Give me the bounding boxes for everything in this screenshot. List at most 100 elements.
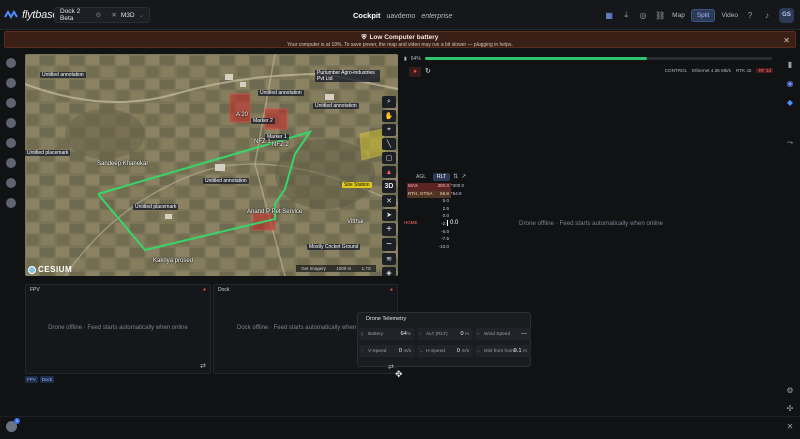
gamepad-icon[interactable]: ◎ (638, 10, 648, 20)
search-icon[interactable]: ◉ (785, 79, 795, 89)
chevron-down-icon: ⌄ (138, 12, 144, 19)
map-label[interactable]: Site Station (342, 182, 372, 188)
brand-logo[interactable]: flytbase (4, 9, 59, 21)
altitude-tick: -7.5 (441, 236, 449, 242)
altitude-tick: -10.0 (438, 243, 449, 249)
altitude-top-value: *300.0 (451, 183, 465, 188)
nav-media-icon[interactable] (6, 98, 16, 108)
altitude-rth-marker: *54.9 (451, 191, 462, 196)
fpv-record-icon[interactable]: ● (203, 287, 206, 293)
battery-icon[interactable]: ▮ (785, 60, 795, 70)
map-search-icon[interactable]: ⌕ (382, 96, 396, 108)
map-label[interactable]: Untitled annotation (258, 90, 304, 96)
drone-status-icon[interactable]: ◆ (785, 98, 795, 108)
help-icon[interactable]: ? (745, 10, 755, 20)
map-label[interactable]: NFZ 2 (270, 142, 291, 148)
move-handle-icon[interactable]: ✥ (395, 369, 403, 380)
telemetry-wind: ≈ Wind Speed — (475, 328, 531, 340)
feed-tab-dock[interactable]: Dock (39, 376, 55, 383)
sort-icon[interactable]: ⇅ (453, 173, 458, 180)
satellite-imagery (25, 54, 398, 276)
device-selector[interactable]: Dock 2 Beta ⚙ · ✕ M3D ⌄ (54, 7, 150, 23)
map-label[interactable]: Marker 2 (251, 118, 275, 124)
tab-rlt[interactable]: RLT (433, 172, 451, 181)
max-label: MAX (408, 183, 418, 188)
map-label[interactable]: Untitled annotation (40, 72, 86, 78)
telemetry-value: 0 (460, 330, 464, 337)
altitude-header: AGL RLT ⇅ ↗ (404, 172, 466, 181)
close-icon[interactable]: ✕ (783, 36, 790, 45)
telemetry-unit: m (523, 347, 527, 353)
map-line-icon[interactable]: ╲ (382, 138, 396, 150)
telemetry-hspeed: → H-Speed 0 m/s (417, 345, 473, 357)
settings-icon[interactable]: ⚙ (785, 386, 795, 396)
map-locate-icon[interactable]: ➤ (382, 209, 396, 221)
telemetry-value: 0 (456, 347, 460, 354)
telemetry-label: H-Speed (426, 348, 445, 354)
map-3d-button[interactable]: 3D (382, 180, 396, 193)
map-square-icon[interactable]: ▢ (382, 152, 396, 164)
map-layers-icon[interactable]: ≋ (382, 253, 396, 265)
map-zoom-in-button[interactable]: + (382, 223, 396, 236)
map-label[interactable]: Kakriya prosed (151, 258, 195, 264)
map-label[interactable]: Sandeep Khanekar (95, 161, 150, 167)
signal-strength-bar: ▮ 64% (404, 54, 778, 64)
map-label[interactable]: Untitled annotation (203, 178, 249, 184)
map-label[interactable]: Purlumber Agro-industries Pvt Ltd (315, 70, 380, 82)
cesium-logo: CESIUM (28, 265, 72, 274)
nav-drone-icon[interactable] (6, 158, 16, 168)
dock-record-icon[interactable]: ● (390, 287, 393, 293)
nav-gear-icon[interactable] (6, 138, 16, 148)
nav-dashboard-icon[interactable] (6, 58, 16, 68)
nav-flows-icon[interactable] (6, 178, 16, 188)
download-icon[interactable]: ⤓ (621, 10, 631, 20)
telemetry-label: Battery (368, 331, 384, 337)
map-scale-bar: Get Imagery 1000 m 1.7S (296, 265, 376, 272)
swap-icon[interactable]: ⇄ (200, 362, 206, 370)
altitude-max-row: MAX 300.0 (407, 183, 451, 191)
bottom-bar (0, 416, 800, 439)
view-map-button[interactable]: Map (672, 12, 685, 19)
map-cube-icon[interactable]: ◈ (382, 267, 396, 276)
map-expand-icon[interactable]: ✕ (382, 195, 396, 207)
swap-panels-icon[interactable]: ⇄ (388, 363, 394, 371)
fpv-feed[interactable]: FPV ● Drone offline · Feed starts automa… (25, 284, 211, 374)
avatar[interactable]: GS (779, 7, 794, 23)
signal-icon: ▮ (404, 56, 407, 62)
map-pin-icon[interactable]: ⌖ (382, 124, 396, 136)
support-icon[interactable]: 1 (6, 418, 20, 432)
nav-target-icon[interactable] (6, 198, 16, 208)
map-view[interactable]: Purlumber Agro-industries Pvt Ltd Untitl… (25, 54, 398, 276)
nav-settings-icon[interactable] (6, 78, 16, 88)
feed-tab-fpv[interactable]: FPV (25, 376, 38, 383)
tab-agl[interactable]: AGL (412, 173, 430, 181)
nav-cloud-icon[interactable] (6, 118, 16, 128)
map-label[interactable]: Untitled placemark (25, 150, 71, 156)
feed-tabs: FPV Dock (25, 376, 55, 383)
view-video-button[interactable]: Video (721, 12, 738, 19)
map-hand-icon[interactable]: ✋ (382, 110, 396, 122)
map-label[interactable]: Anand P Pet Service (245, 209, 304, 215)
record-icon[interactable]: ● (409, 67, 421, 77)
map-label[interactable]: Mostly Cricket Ground (307, 244, 361, 250)
waypoint-icon[interactable]: ⤳ (785, 138, 795, 148)
low-battery-banner: ⛨ Low Computer battery Your computer is a… (4, 31, 796, 48)
map-zoom-out-button[interactable]: − (382, 238, 396, 251)
dock-title: Dock (218, 287, 230, 293)
page-title: Cockpit (353, 11, 381, 20)
link-icon[interactable]: ⛓ (655, 10, 665, 20)
fpv-offline-message: Drone offline · Feed starts automaticall… (48, 325, 188, 331)
bell-icon[interactable]: ♪ (762, 10, 772, 20)
view-split-button[interactable]: Split (690, 8, 716, 22)
external-link-icon[interactable]: ↗ (461, 173, 466, 180)
expand-icon[interactable]: ✣ (785, 404, 795, 414)
refresh-icon[interactable]: ↻ (425, 67, 431, 75)
rth-label: RTH, GTSA (408, 190, 433, 196)
keyboard-icon[interactable]: ▦ (604, 10, 614, 20)
home-marker: HOME (404, 220, 418, 225)
map-label[interactable]: Untitled placemark (133, 204, 179, 210)
map-label[interactable]: Untitled annotation (313, 103, 359, 109)
map-compass-icon[interactable]: ▲ (382, 166, 396, 178)
map-label[interactable]: Vitthal (345, 219, 366, 225)
map-label[interactable]: A 20 (234, 112, 250, 118)
